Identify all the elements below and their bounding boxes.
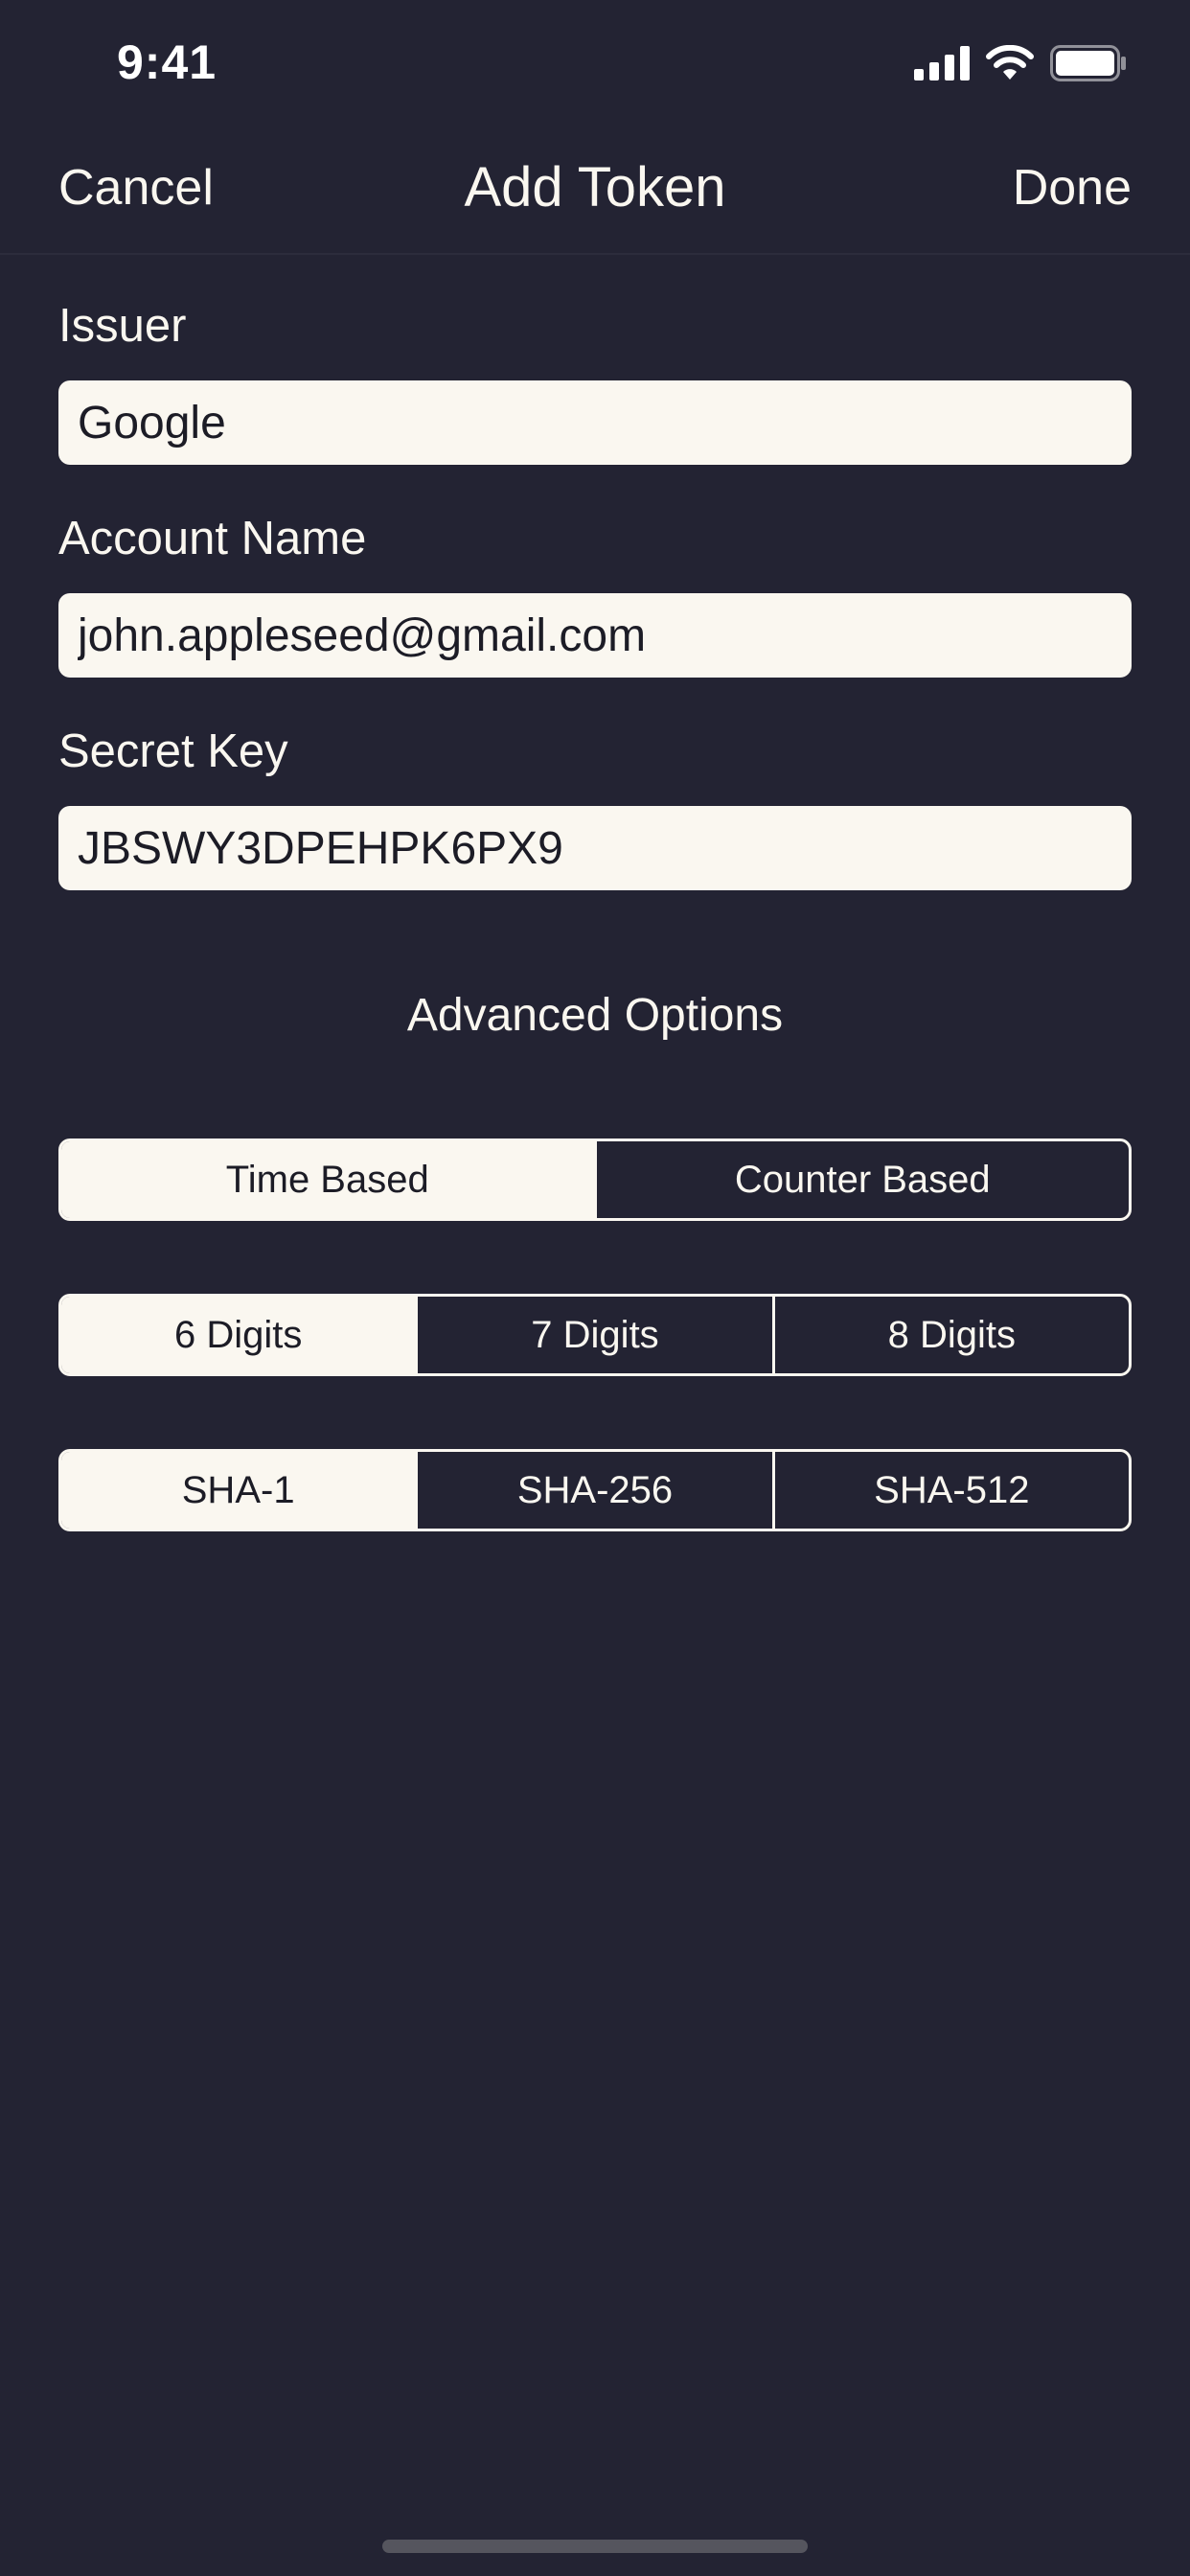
account-name-label: Account Name [58,513,367,564]
segment-sha-512[interactable]: SHA-512 [771,1452,1129,1529]
digits-segmented-control: 6 Digits 7 Digits 8 Digits [58,1294,1132,1376]
issuer-input[interactable] [58,380,1132,465]
status-time: 9:41 [117,35,217,89]
token-type-segmented-control: Time Based Counter Based [58,1138,1132,1221]
secret-key-label: Secret Key [58,725,288,777]
advanced-options-heading: Advanced Options [406,990,784,1041]
segment-counter-based[interactable]: Counter Based [593,1141,1130,1218]
segment-time-based[interactable]: Time Based [61,1141,594,1218]
account-name-input[interactable] [58,593,1132,678]
home-indicator[interactable] [382,2540,808,2553]
navigation-bar: Cancel Add Token Done [0,126,1190,255]
segment-8-digits[interactable]: 8 Digits [771,1297,1129,1373]
page-title: Add Token [464,156,726,218]
battery-icon [1050,44,1127,86]
status-bar: 9:41 [0,0,1190,126]
cellular-signal-icon [914,45,970,85]
segment-7-digits[interactable]: 7 Digits [415,1297,771,1373]
done-button[interactable]: Done [1013,159,1132,217]
algorithm-segmented-control: SHA-1 SHA-256 SHA-512 [58,1449,1132,1531]
segment-sha-256[interactable]: SHA-256 [415,1452,771,1529]
secret-key-input[interactable] [58,806,1132,890]
segment-sha-1[interactable]: SHA-1 [61,1452,416,1529]
segment-6-digits[interactable]: 6 Digits [61,1297,416,1373]
status-icons [914,44,1127,86]
issuer-label: Issuer [58,300,187,352]
wifi-icon [985,44,1035,86]
